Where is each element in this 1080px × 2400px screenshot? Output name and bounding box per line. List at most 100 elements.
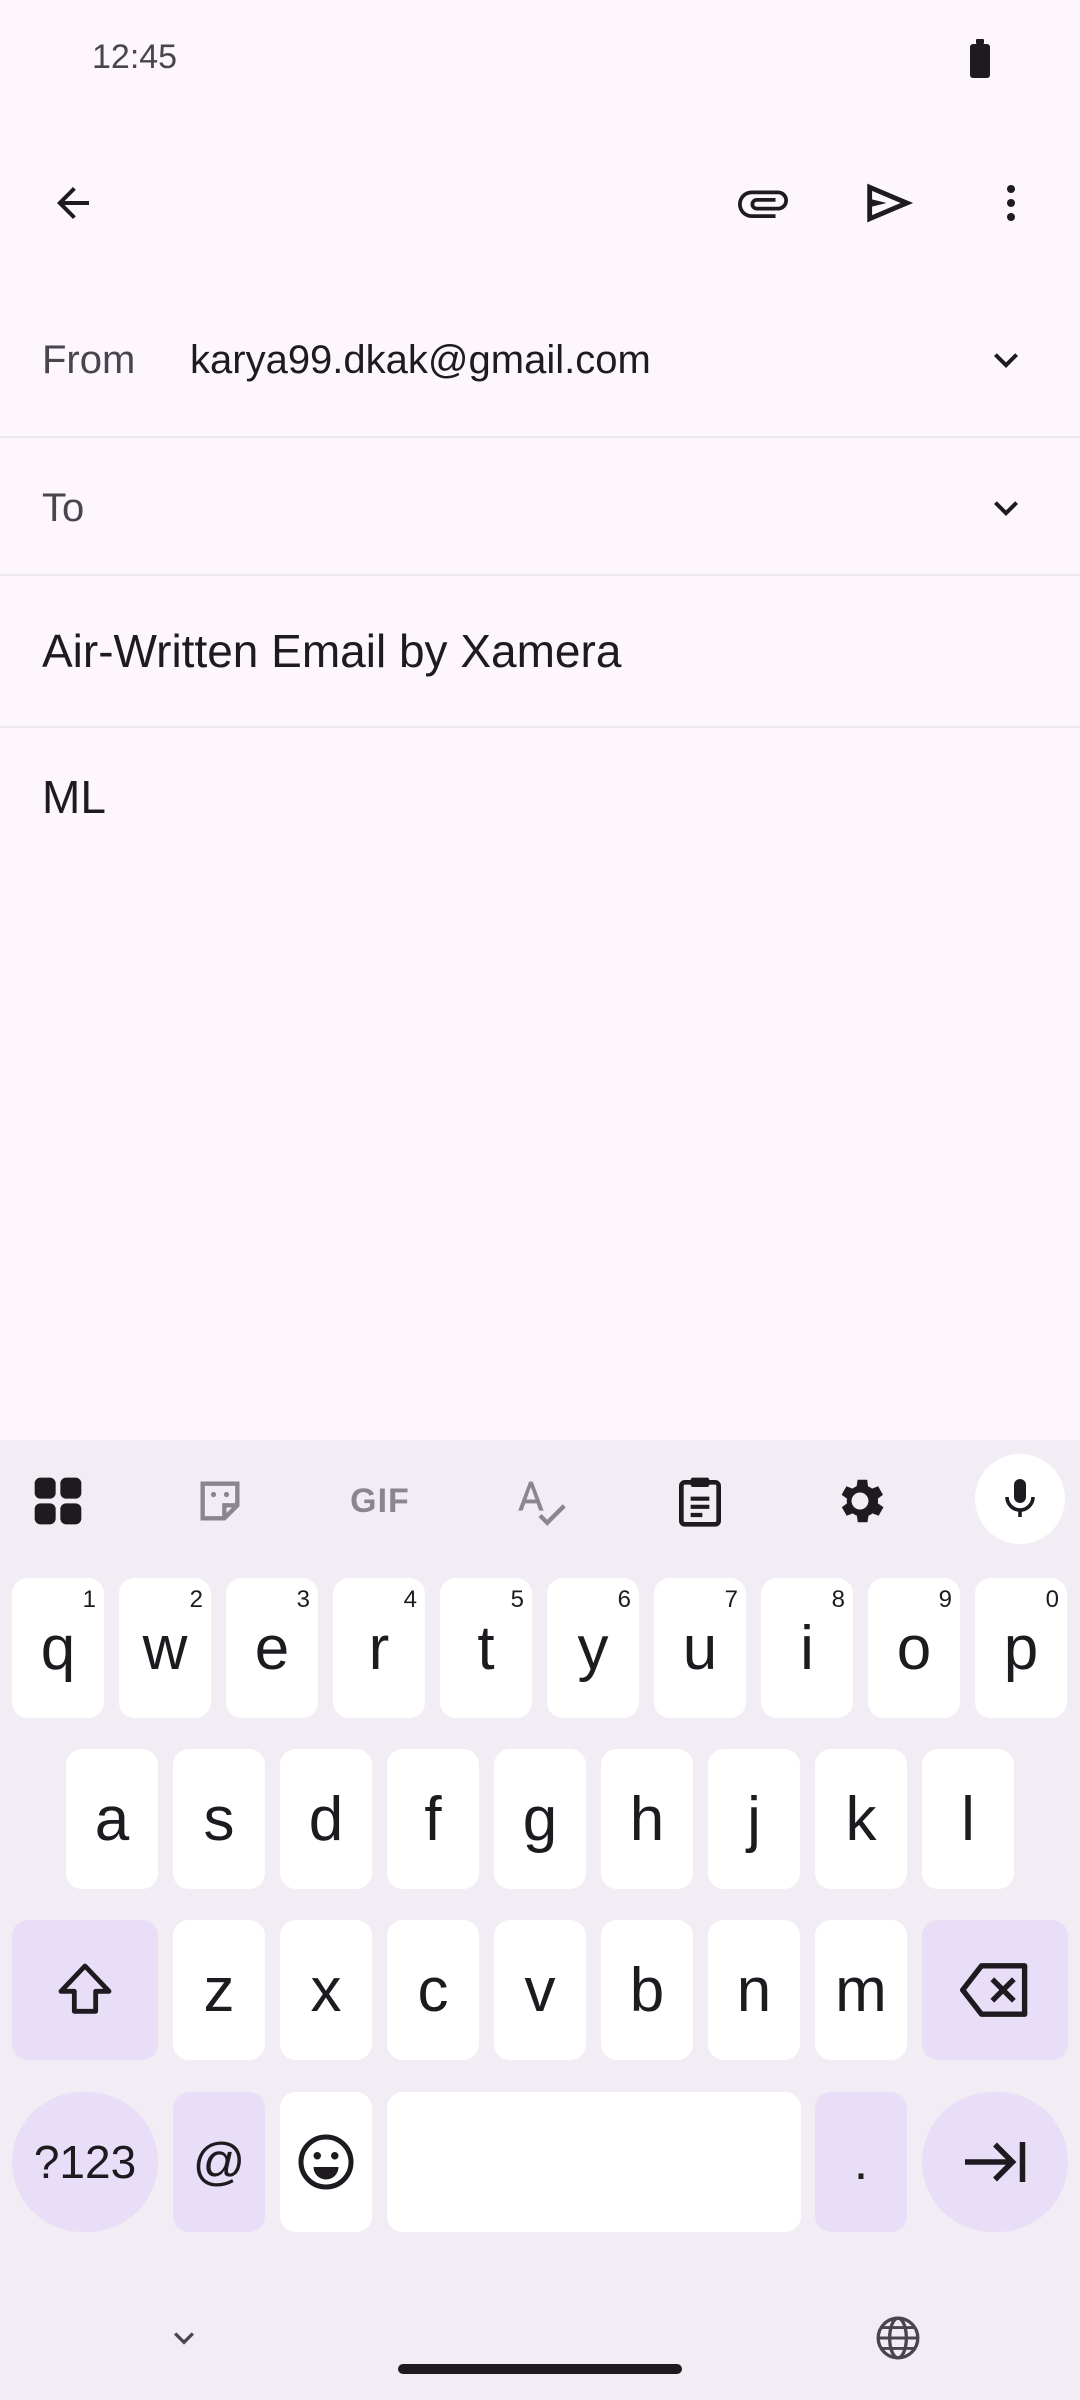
- key-p-hint: 0: [1045, 1586, 1059, 1613]
- divider: [0, 436, 1080, 438]
- at-key[interactable]: @: [173, 2092, 265, 2232]
- key-r-label: r: [368, 1613, 390, 1683]
- key-r[interactable]: r4: [333, 1578, 425, 1718]
- key-o-hint: 9: [938, 1586, 952, 1613]
- key-e-label: e: [254, 1613, 290, 1683]
- globe-icon: [876, 2316, 920, 2360]
- key-o[interactable]: o9: [868, 1578, 960, 1718]
- settings-gear-icon: [841, 1479, 884, 1523]
- voice-input-button[interactable]: [975, 1454, 1065, 1544]
- emoji-icon: [298, 2134, 354, 2190]
- key-k[interactable]: k: [815, 1749, 907, 1889]
- clipboard-icon: [679, 1477, 721, 1527]
- key-z[interactable]: z: [173, 1920, 265, 2060]
- key-u-hint: 7: [724, 1586, 738, 1613]
- arrow-back-icon: [57, 187, 89, 219]
- from-account[interactable]: karya99.dkak@gmail.com: [190, 338, 651, 383]
- period-key[interactable]: .: [815, 2092, 907, 2232]
- backspace-icon: [960, 1963, 1028, 2017]
- key-e-hint: 3: [296, 1586, 310, 1613]
- more-options-button[interactable]: [968, 160, 1054, 246]
- key-r-hint: 4: [403, 1586, 417, 1613]
- key-v[interactable]: v: [494, 1920, 586, 2060]
- battery-icon: [970, 39, 990, 78]
- backspace-key[interactable]: [922, 1920, 1068, 2060]
- key-p[interactable]: p0: [975, 1578, 1067, 1718]
- key-x[interactable]: x: [280, 1920, 372, 2060]
- key-w[interactable]: w2: [119, 1578, 211, 1718]
- key-t[interactable]: t5: [440, 1578, 532, 1718]
- send-icon: [867, 183, 914, 223]
- gif-icon: GIF: [350, 1481, 410, 1520]
- more-vert-icon: [1007, 185, 1015, 221]
- body-field[interactable]: ML: [42, 770, 1042, 1410]
- paperclip-icon: [738, 190, 788, 218]
- send-button[interactable]: [846, 160, 932, 246]
- key-o-label: o: [896, 1613, 932, 1683]
- key-s[interactable]: s: [173, 1749, 265, 1889]
- from-expand-button[interactable]: [976, 330, 1036, 390]
- next-key[interactable]: [922, 2092, 1068, 2232]
- tab-next-icon: [965, 2142, 1026, 2182]
- chevron-down-icon: [994, 501, 1018, 516]
- key-a[interactable]: a: [66, 1749, 158, 1889]
- keyboard-apps-button[interactable]: [22, 1465, 94, 1537]
- sticker-button[interactable]: [184, 1465, 256, 1537]
- key-e[interactable]: e3: [226, 1578, 318, 1718]
- key-u-label: u: [682, 1613, 718, 1683]
- key-m[interactable]: m: [815, 1920, 907, 2060]
- key-y-label: y: [577, 1613, 609, 1683]
- key-g[interactable]: g: [494, 1749, 586, 1889]
- key-p-label: p: [1003, 1613, 1039, 1683]
- keyboard-settings-button[interactable]: [824, 1465, 896, 1537]
- divider: [0, 574, 1080, 576]
- chevron-down-icon: [994, 353, 1018, 368]
- attach-button[interactable]: [720, 160, 806, 246]
- home-gesture-handle[interactable]: [398, 2364, 682, 2374]
- key-j[interactable]: j: [708, 1749, 800, 1889]
- hide-keyboard-button[interactable]: [158, 2312, 210, 2364]
- key-i-label: i: [800, 1613, 814, 1683]
- key-w-label: w: [142, 1613, 188, 1683]
- microphone-icon: [1005, 1479, 1035, 1517]
- key-q[interactable]: q1: [12, 1578, 104, 1718]
- key-i[interactable]: i8: [761, 1578, 853, 1718]
- to-field[interactable]: [120, 486, 940, 536]
- key-f[interactable]: f: [387, 1749, 479, 1889]
- key-t-label: t: [477, 1613, 495, 1683]
- key-u[interactable]: u7: [654, 1578, 746, 1718]
- subject-field[interactable]: Air-Written Email by Xamera: [42, 624, 621, 678]
- key-h[interactable]: h: [601, 1749, 693, 1889]
- status-time: 12:45: [92, 38, 178, 76]
- symbols-key[interactable]: ?123: [12, 2092, 158, 2232]
- emoji-key[interactable]: [280, 2092, 372, 2232]
- back-button[interactable]: [30, 160, 116, 246]
- key-d[interactable]: d: [280, 1749, 372, 1889]
- divider: [0, 726, 1080, 728]
- apps-grid-icon: [34, 1477, 82, 1525]
- key-l[interactable]: l: [922, 1749, 1014, 1889]
- key-i-hint: 8: [831, 1586, 845, 1613]
- key-y[interactable]: y6: [547, 1578, 639, 1718]
- key-c[interactable]: c: [387, 1920, 479, 2060]
- shift-key[interactable]: [12, 1920, 158, 2060]
- key-q-hint: 1: [82, 1586, 96, 1613]
- clipboard-button[interactable]: [664, 1465, 736, 1537]
- to-expand-button[interactable]: [976, 478, 1036, 538]
- spellcheck-button[interactable]: [504, 1465, 576, 1537]
- from-label: From: [42, 338, 136, 382]
- spellcheck-icon: [518, 1481, 566, 1526]
- key-n[interactable]: n: [708, 1920, 800, 2060]
- sticker-icon: [200, 1481, 240, 1521]
- gif-button[interactable]: GIF: [340, 1465, 420, 1537]
- to-label: To: [42, 486, 85, 530]
- key-q-label: q: [40, 1613, 76, 1683]
- key-y-hint: 6: [617, 1586, 631, 1613]
- language-switch-button[interactable]: [870, 2310, 926, 2366]
- space-key[interactable]: [387, 2092, 801, 2232]
- key-t-hint: 5: [510, 1586, 524, 1613]
- key-w-hint: 2: [189, 1586, 203, 1613]
- key-b[interactable]: b: [601, 1920, 693, 2060]
- chevron-down-icon: [174, 2332, 194, 2345]
- shift-icon: [58, 1963, 112, 2014]
